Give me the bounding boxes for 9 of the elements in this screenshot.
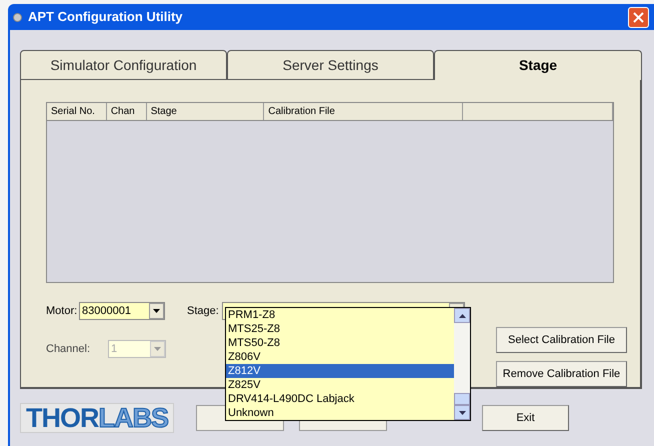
column-header: Serial No.: [47, 103, 107, 120]
window-title: APT Configuration Utility: [28, 8, 184, 26]
logo: THORLABS: [20, 403, 174, 433]
column-header: Calibration File: [264, 103, 463, 120]
column-header: Chan: [106, 103, 147, 120]
column-header: Stage: [146, 103, 264, 120]
motor-label: Motor:: [46, 304, 78, 319]
channel-label: Channel:: [46, 342, 92, 357]
stage-label: Stage:: [187, 304, 220, 319]
